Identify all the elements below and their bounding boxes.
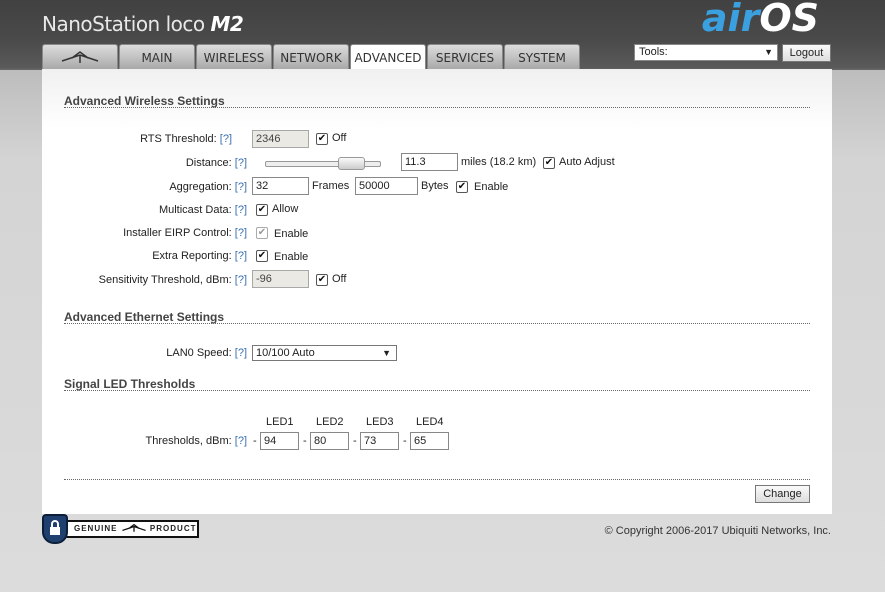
advanced-ethernet-title: Advanced Ethernet Settings: [64, 310, 225, 324]
dash: -: [303, 435, 307, 447]
distance-label: Distance: [?]: [185, 157, 247, 169]
ubiquiti-logo-icon: [121, 524, 146, 533]
auto-adjust-label: Auto Adjust: [559, 156, 615, 168]
ubiquiti-logo-icon: [61, 51, 99, 63]
tab-main[interactable]: MAIN: [119, 44, 195, 69]
sensitivity-off-checkbox[interactable]: ✔: [316, 274, 328, 286]
dash: -: [353, 435, 357, 447]
led1-header: LED1: [266, 416, 294, 428]
extra-reporting-label: Extra Reporting: [?]: [152, 250, 247, 262]
product-name: NanoStation loco M2: [42, 12, 244, 36]
installer-eirp-label: Installer EIRP Control: [?]: [123, 227, 247, 239]
distance-input[interactable]: 11.3: [401, 153, 458, 171]
led2-header: LED2: [316, 416, 344, 428]
distance-slider-handle[interactable]: [338, 157, 365, 170]
change-button[interactable]: Change: [755, 485, 810, 503]
chevron-down-icon: ▼: [382, 348, 391, 358]
aggregation-frames-input[interactable]: 32: [252, 177, 309, 195]
extra-reporting-enable-label: Enable: [274, 251, 309, 263]
led4-header: LED4: [416, 416, 444, 428]
aggregation-enable-label: Enable: [474, 181, 509, 193]
chevron-down-icon: ▼: [764, 47, 773, 57]
aggregation-enable-checkbox[interactable]: ✔: [456, 181, 468, 193]
aggregation-bytes-input[interactable]: 50000: [355, 177, 418, 195]
tab-system[interactable]: SYSTEM: [504, 44, 580, 69]
lan0-speed-label: LAN0 Speed: [?]: [166, 347, 247, 359]
rts-threshold-label: RTS Threshold: [?]: [140, 133, 232, 145]
led3-input[interactable]: 73: [360, 432, 399, 450]
airos-logo: airOS™: [701, 0, 819, 40]
distance-units: miles (18.2 km): [461, 156, 537, 168]
tab-wireless[interactable]: WIRELESS: [196, 44, 272, 69]
thresholds-label: Thresholds, dBm: [?]: [145, 435, 248, 447]
rts-threshold-input[interactable]: 2346: [252, 130, 309, 148]
lan0-speed-select[interactable]: 10/100 Auto ▼: [252, 345, 397, 361]
extra-reporting-checkbox[interactable]: ✔: [256, 250, 268, 262]
led3-header: LED3: [366, 416, 394, 428]
copyright: © Copyright 2006-2017 Ubiquiti Networks,…: [604, 525, 831, 537]
led1-input[interactable]: 94: [260, 432, 299, 450]
multicast-allow-label: Allow: [272, 203, 299, 215]
installer-eirp-checkbox: ✔: [256, 227, 268, 239]
divider: [64, 323, 810, 324]
divider: [64, 107, 810, 108]
tab-advanced[interactable]: ADVANCED: [350, 44, 426, 70]
sensitivity-off-label: Off: [332, 273, 347, 285]
aggregation-label: Aggregation: [?]: [169, 181, 247, 193]
multicast-label: Multicast Data: [?]: [158, 204, 247, 216]
genuine-product-badge: GENUINE PRODUCT: [58, 520, 199, 538]
frames-label: Frames: [312, 180, 350, 192]
tab-services[interactable]: SERVICES: [427, 44, 503, 69]
bytes-label: Bytes: [421, 180, 449, 192]
divider: [64, 479, 810, 480]
advanced-wireless-title: Advanced Wireless Settings: [64, 94, 225, 108]
sensitivity-input[interactable]: -96: [252, 270, 309, 288]
multicast-allow-checkbox[interactable]: ✔: [256, 204, 268, 216]
sensitivity-label: Sensitivity Threshold, dBm: [?]: [98, 274, 247, 286]
lock-shield-icon: [42, 514, 68, 544]
led2-input[interactable]: 80: [310, 432, 349, 450]
tab-network[interactable]: NETWORK: [273, 44, 349, 69]
lock-icon: [50, 520, 60, 535]
divider: [64, 390, 810, 391]
tab-home[interactable]: [42, 44, 118, 69]
logout-button[interactable]: Logout: [782, 44, 831, 62]
installer-eirp-enable-label: Enable: [274, 228, 309, 240]
signal-led-title: Signal LED Thresholds: [64, 377, 196, 391]
rts-off-label: Off: [332, 132, 347, 144]
dash: -: [403, 435, 407, 447]
rts-off-checkbox[interactable]: ✔: [316, 133, 328, 145]
led4-input[interactable]: 65: [410, 432, 449, 450]
tools-select[interactable]: Tools: ▼: [634, 44, 778, 61]
auto-adjust-checkbox[interactable]: ✔: [543, 157, 555, 169]
dash: -: [253, 435, 257, 447]
